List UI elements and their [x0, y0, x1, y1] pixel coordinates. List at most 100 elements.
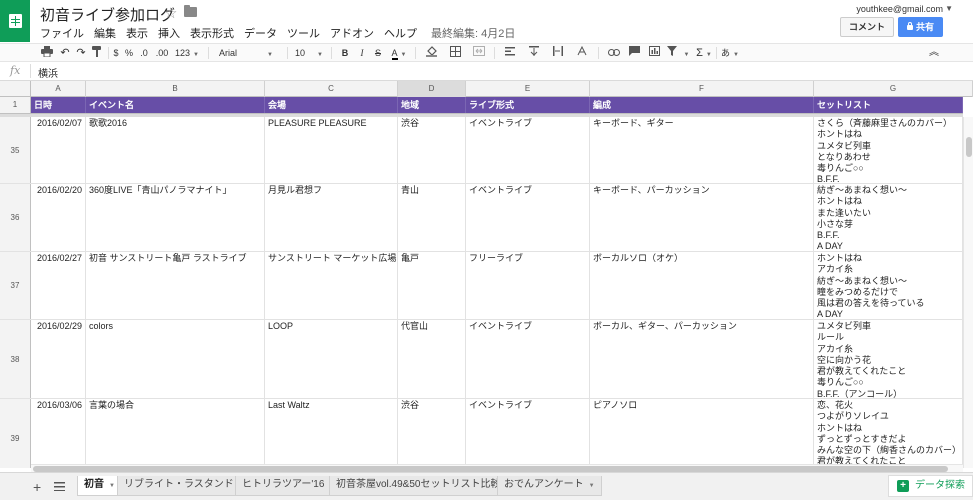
functions-icon[interactable]: Σ ▼	[694, 46, 714, 60]
row-number[interactable]: 36	[0, 184, 31, 251]
cell-format[interactable]: イベントライブ	[466, 399, 590, 468]
header-cell-venue[interactable]: 会場	[265, 97, 398, 113]
formula-input[interactable]: 横浜	[38, 65, 58, 80]
cell-lineup[interactable]: ボーカルソロ（オケ）	[590, 252, 814, 319]
chevron-down-icon[interactable]: ▼	[680, 46, 690, 60]
menu-addons[interactable]: アドオン	[330, 25, 374, 41]
input-tools-button[interactable]: あ ▼	[718, 46, 742, 60]
percent-button[interactable]: %	[123, 46, 135, 60]
column-header-b[interactable]: B	[86, 81, 265, 97]
menu-view[interactable]: 表示	[126, 25, 148, 41]
font-size-select[interactable]: 10 ▼	[291, 46, 327, 60]
cell-venue[interactable]: 月見ル君想フ	[265, 184, 398, 251]
column-header-e[interactable]: E	[466, 81, 590, 97]
row-number[interactable]: 39	[0, 399, 31, 468]
row-number[interactable]: 37	[0, 252, 31, 319]
column-header-f[interactable]: F	[590, 81, 814, 97]
row-number[interactable]: 35	[0, 117, 31, 183]
insert-comment-icon[interactable]	[626, 46, 642, 60]
cell-area[interactable]: 青山	[398, 184, 466, 251]
vertical-scroll-thumb[interactable]	[966, 137, 972, 157]
cell-lineup[interactable]: ピアノソロ	[590, 399, 814, 468]
chevron-down-icon[interactable]: ▼	[945, 4, 953, 13]
print-icon[interactable]	[40, 46, 54, 60]
cell-setlist[interactable]: 紡ぎ〜あまねく想い〜 ホントはね また逢いたい 小さな芽 B.F.F. A DA…	[814, 184, 963, 251]
cell-area[interactable]: 亀戸	[398, 252, 466, 319]
horizontal-scrollbar[interactable]	[31, 464, 963, 472]
decrease-decimal-button[interactable]: .0	[137, 46, 151, 60]
text-rotation-icon[interactable]	[572, 45, 592, 60]
cell-event[interactable]: 歌歌2016	[86, 117, 265, 183]
cell-format[interactable]: イベントライブ	[466, 320, 590, 398]
font-family-select[interactable]: Arial ▼	[215, 46, 283, 60]
cell-date[interactable]: 2016/02/07	[31, 117, 86, 183]
menu-insert[interactable]: 挿入	[158, 25, 180, 41]
undo-icon[interactable]: ↶	[58, 46, 72, 60]
cell-format[interactable]: イベントライブ	[466, 184, 590, 251]
folder-icon[interactable]	[184, 5, 197, 17]
vertical-align-icon[interactable]	[524, 46, 544, 60]
borders-icon[interactable]	[444, 46, 466, 60]
share-button[interactable]: 共有	[898, 17, 943, 37]
cell-setlist[interactable]: さくら（斉藤麻里さんのカバー） ホントはね ユメタビ列車 となりあわせ 毒りんご…	[814, 117, 963, 183]
menu-edit[interactable]: 編集	[94, 25, 116, 41]
cell-venue[interactable]: LOOP	[265, 320, 398, 398]
cell-area[interactable]: 代官山	[398, 320, 466, 398]
menu-help[interactable]: ヘルプ	[384, 25, 417, 41]
menu-file[interactable]: ファイル	[40, 25, 84, 41]
cell-lineup[interactable]: ボーカル、ギター、パーカッション	[590, 320, 814, 398]
sheet-tab-hatsune[interactable]: 初音 ▼	[77, 476, 122, 496]
cell-format[interactable]: フリーライブ	[466, 252, 590, 319]
header-cell-format[interactable]: ライブ形式	[466, 97, 590, 113]
cell-lineup[interactable]: キーボード、ギター	[590, 117, 814, 183]
header-cell-date[interactable]: 日時	[31, 97, 86, 113]
header-cell-setlist[interactable]: セットリスト	[814, 97, 963, 113]
row-number[interactable]: 38	[0, 320, 31, 398]
italic-button[interactable]: I	[356, 46, 368, 60]
select-all-corner[interactable]	[0, 81, 31, 97]
cell-event[interactable]: 初音 サンストリート亀戸 ラストライブ	[86, 252, 265, 319]
document-title[interactable]: 初音ライブ参加ログ	[40, 4, 175, 25]
user-email[interactable]: youthkee@gmail.com	[856, 4, 943, 14]
paint-format-icon[interactable]	[90, 46, 104, 60]
cell-format[interactable]: イベントライブ	[466, 117, 590, 183]
add-sheet-icon[interactable]: +	[33, 479, 41, 495]
sheet-tab-librite[interactable]: リブライト・ラスタンド▼	[117, 476, 252, 496]
row-number[interactable]: 1	[0, 97, 31, 113]
header-cell-area[interactable]: 地域	[398, 97, 466, 113]
cell-venue[interactable]: Last Waltz	[265, 399, 398, 468]
number-format-button[interactable]: 123 ▼	[172, 46, 202, 60]
collapse-toolbar-icon[interactable]: ︽	[927, 46, 941, 60]
cell-venue[interactable]: サンストリート マーケット広場	[265, 252, 398, 319]
cell-date[interactable]: 2016/02/27	[31, 252, 86, 319]
redo-icon[interactable]: ↷	[74, 46, 88, 60]
cell-event[interactable]: 360度LIVE「青山パノラマナイト」	[86, 184, 265, 251]
column-header-d[interactable]: D	[398, 81, 466, 97]
menu-data[interactable]: データ	[244, 25, 277, 41]
last-edit-info[interactable]: 最終編集: 4月2日	[431, 25, 515, 41]
cell-event[interactable]: 言葉の場合	[86, 399, 265, 468]
cell-setlist[interactable]: ユメタビ列車 ルール アカイ糸 空に向かう花 君が教えてくれたこと 毒りんご○○…	[814, 320, 963, 398]
menu-format[interactable]: 表示形式	[190, 25, 234, 41]
cell-lineup[interactable]: キーボード、パーカッション	[590, 184, 814, 251]
cell-area[interactable]: 渋谷	[398, 117, 466, 183]
vertical-scrollbar[interactable]	[963, 117, 973, 468]
text-color-button[interactable]: A ▼	[388, 46, 410, 60]
text-wrap-icon[interactable]	[548, 46, 568, 60]
merge-cells-icon[interactable]	[468, 46, 490, 60]
currency-button[interactable]: $	[111, 46, 121, 60]
cell-date[interactable]: 2016/02/20	[31, 184, 86, 251]
menu-tools[interactable]: ツール	[287, 25, 320, 41]
cell-area[interactable]: 渋谷	[398, 399, 466, 468]
sheets-logo-icon[interactable]	[0, 0, 30, 42]
bold-button[interactable]: B	[339, 46, 351, 60]
comments-button[interactable]: コメント	[840, 17, 894, 37]
column-header-a[interactable]: A	[31, 81, 86, 97]
fill-color-icon[interactable]	[420, 46, 442, 60]
strikethrough-button[interactable]: S	[372, 46, 384, 60]
sheet-tab-oden-survey[interactable]: おでんアンケート ▼	[497, 476, 602, 496]
column-header-g[interactable]: G	[814, 81, 973, 97]
align-left-icon[interactable]	[500, 46, 520, 60]
all-sheets-icon[interactable]	[54, 482, 65, 491]
star-icon[interactable]: ☆	[164, 4, 177, 22]
